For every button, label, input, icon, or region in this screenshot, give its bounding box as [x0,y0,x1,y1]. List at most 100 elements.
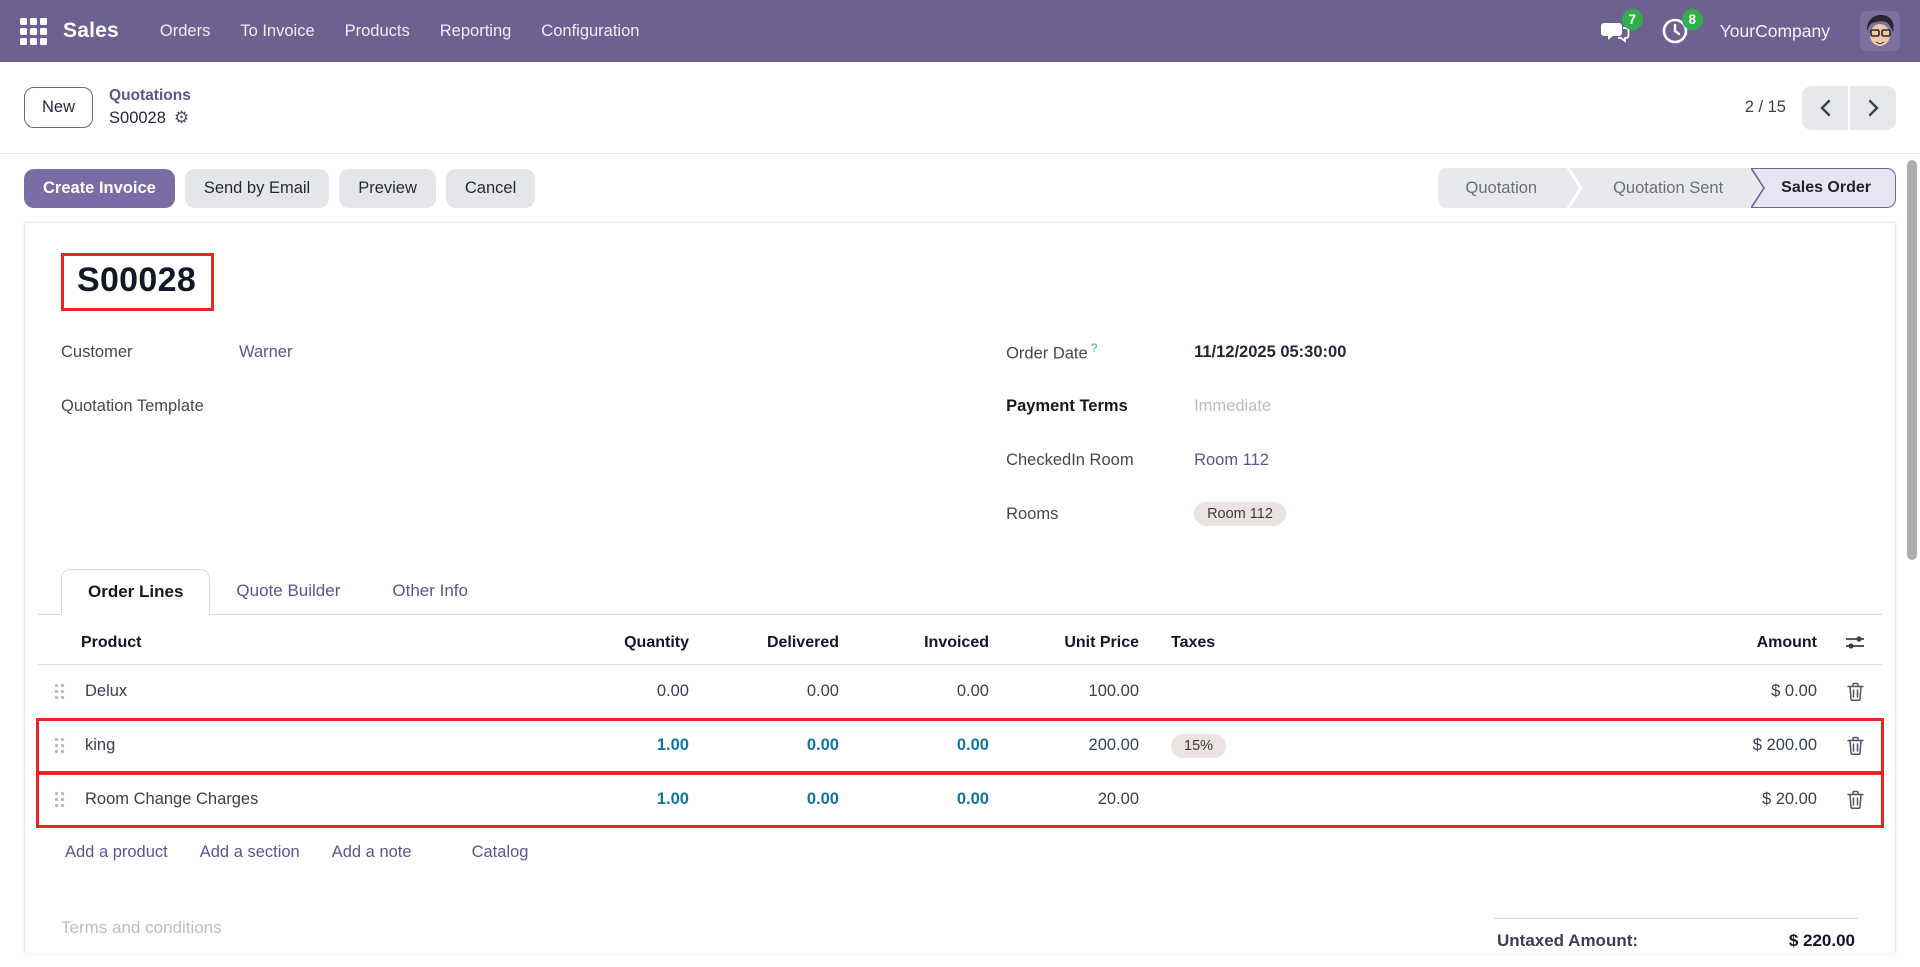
cell-invoiced[interactable]: 0.00 [839,736,989,755]
form-fields: Customer Warner Quotation Template Order… [61,325,1859,541]
add-a-product-link[interactable]: Add a product [65,843,168,862]
record-sheet: S00028 Customer Warner Quotation Templat… [24,222,1896,953]
customer-value-link[interactable]: Warner [239,343,292,362]
header-product[interactable]: Product [81,634,539,652]
cell-product[interactable]: king [81,736,539,755]
control-panel: New Quotations S00028 ⚙ 2 / 15 [0,62,1920,154]
trash-icon [1847,682,1864,701]
cell-invoiced[interactable]: 0.00 [839,790,989,809]
header-unit-price[interactable]: Unit Price [989,634,1139,652]
checkedin-room-value-link[interactable]: Room 112 [1194,451,1269,470]
cell-unit-price[interactable]: 100.00 [989,682,1139,701]
header-invoiced[interactable]: Invoiced [839,634,989,652]
status-step-quotation[interactable]: Quotation [1438,168,1566,208]
order-date-label: Order Date? [1006,341,1194,364]
header-taxes[interactable]: Taxes [1167,634,1369,652]
order-line-row-highlighted[interactable]: king 1.00 0.00 0.00 200.00 15% $ 200.00 [37,719,1883,773]
send-by-email-button[interactable]: Send by Email [185,169,329,208]
add-a-section-link[interactable]: Add a section [200,843,300,862]
checkedin-room-label: CheckedIn Room [1006,451,1194,470]
delete-line-button[interactable] [1827,682,1883,701]
dots-grip-icon [54,683,65,700]
menu-products[interactable]: Products [330,12,425,51]
next-record-button[interactable] [1850,86,1896,130]
main-menu: Orders To Invoice Products Reporting Con… [145,12,655,51]
tab-order-lines[interactable]: Order Lines [61,569,210,615]
apps-menu-icon[interactable] [20,18,47,45]
menu-configuration[interactable]: Configuration [526,12,654,51]
cell-quantity[interactable]: 1.00 [539,736,689,755]
new-button[interactable]: New [24,87,93,128]
top-navbar: Sales Orders To Invoice Products Reporti… [0,0,1920,62]
delete-line-button[interactable] [1827,790,1883,809]
untaxed-amount-label: Untaxed Amount: [1497,931,1638,951]
systray: 7 8 YourCompany [1600,11,1900,51]
cell-delivered[interactable]: 0.00 [689,682,839,701]
payment-terms-label: Payment Terms [1006,397,1194,416]
cell-product[interactable]: Room Change Charges [81,790,539,809]
optional-columns-icon[interactable] [1827,633,1883,653]
cell-amount: $ 200.00 [1369,736,1827,755]
record-title[interactable]: S00028 [77,261,196,300]
activities-count-badge: 8 [1682,9,1703,30]
previous-record-button[interactable] [1802,86,1848,130]
status-step-quotation-sent[interactable]: Quotation Sent [1585,168,1751,208]
drag-handle-icon[interactable] [37,791,81,808]
sheet-bottom: Terms and conditions Untaxed Amount: $ 2… [61,918,1859,951]
menu-reporting[interactable]: Reporting [425,12,527,51]
drag-handle-icon[interactable] [37,737,81,754]
chevron-right-icon [1866,99,1881,117]
cell-delivered[interactable]: 0.00 [689,790,839,809]
cell-unit-price[interactable]: 200.00 [989,736,1139,755]
cell-invoiced[interactable]: 0.00 [839,682,989,701]
cell-quantity[interactable]: 1.00 [539,790,689,809]
cell-product[interactable]: Delux [81,682,539,701]
preview-button[interactable]: Preview [339,169,436,208]
cell-delivered[interactable]: 0.00 [689,736,839,755]
trash-icon [1847,790,1864,809]
cancel-button[interactable]: Cancel [446,169,535,208]
header-delivered[interactable]: Delivered [689,634,839,652]
gear-icon[interactable]: ⚙ [174,109,189,126]
status-step-sales-order-active[interactable]: Sales Order [1751,168,1896,208]
add-a-note-link[interactable]: Add a note [332,843,412,862]
menu-orders[interactable]: Orders [145,12,225,51]
catalog-link[interactable]: Catalog [472,843,529,862]
trash-icon [1847,736,1864,755]
company-name[interactable]: YourCompany [1720,21,1830,42]
order-lines-table: Product Quantity Delivered Invoiced Unit… [37,621,1883,827]
line-add-links: Add a product Add a section Add a note C… [61,827,1859,862]
drag-handle-icon[interactable] [37,683,81,700]
payment-terms-field[interactable]: Immediate [1194,397,1271,416]
rooms-label: Rooms [1006,505,1194,524]
order-line-row-highlighted[interactable]: Room Change Charges 1.00 0.00 0.00 20.00… [37,773,1883,827]
user-avatar[interactable] [1860,11,1900,51]
record-pager-count: 2 / 15 [1745,98,1786,117]
terms-and-conditions-placeholder[interactable]: Terms and conditions [61,918,222,951]
dots-grip-icon [54,737,65,754]
cell-unit-price[interactable]: 20.00 [989,790,1139,809]
breadcrumb-quotations[interactable]: Quotations [109,86,191,107]
help-question-icon[interactable]: ? [1091,341,1098,355]
messages-count-badge: 7 [1622,9,1643,30]
app-title[interactable]: Sales [63,19,119,43]
messages-icon[interactable]: 7 [1600,16,1630,46]
vertical-scrollbar[interactable] [1907,160,1917,560]
tax-tag[interactable]: 15% [1171,734,1226,758]
delete-line-button[interactable] [1827,736,1883,755]
activities-icon[interactable]: 8 [1660,16,1690,46]
order-line-row[interactable]: Delux 0.00 0.00 0.00 100.00 $ 0.00 [37,665,1883,719]
tab-other-info[interactable]: Other Info [366,569,494,614]
header-quantity[interactable]: Quantity [539,634,689,652]
menu-to-invoice[interactable]: To Invoice [225,12,329,51]
tab-quote-builder[interactable]: Quote Builder [210,569,366,614]
dots-grip-icon [54,791,65,808]
table-header-row: Product Quantity Delivered Invoiced Unit… [37,621,1883,665]
cell-quantity[interactable]: 0.00 [539,682,689,701]
step-separator-chevron-icon [1565,168,1585,208]
create-invoice-button[interactable]: Create Invoice [24,169,175,208]
rooms-tag[interactable]: Room 112 [1194,502,1286,526]
order-date-field[interactable]: 11/12/2025 05:30:00 [1194,343,1346,362]
active-step-chevron-icon [1751,168,1766,208]
header-amount[interactable]: Amount [1757,634,1817,652]
